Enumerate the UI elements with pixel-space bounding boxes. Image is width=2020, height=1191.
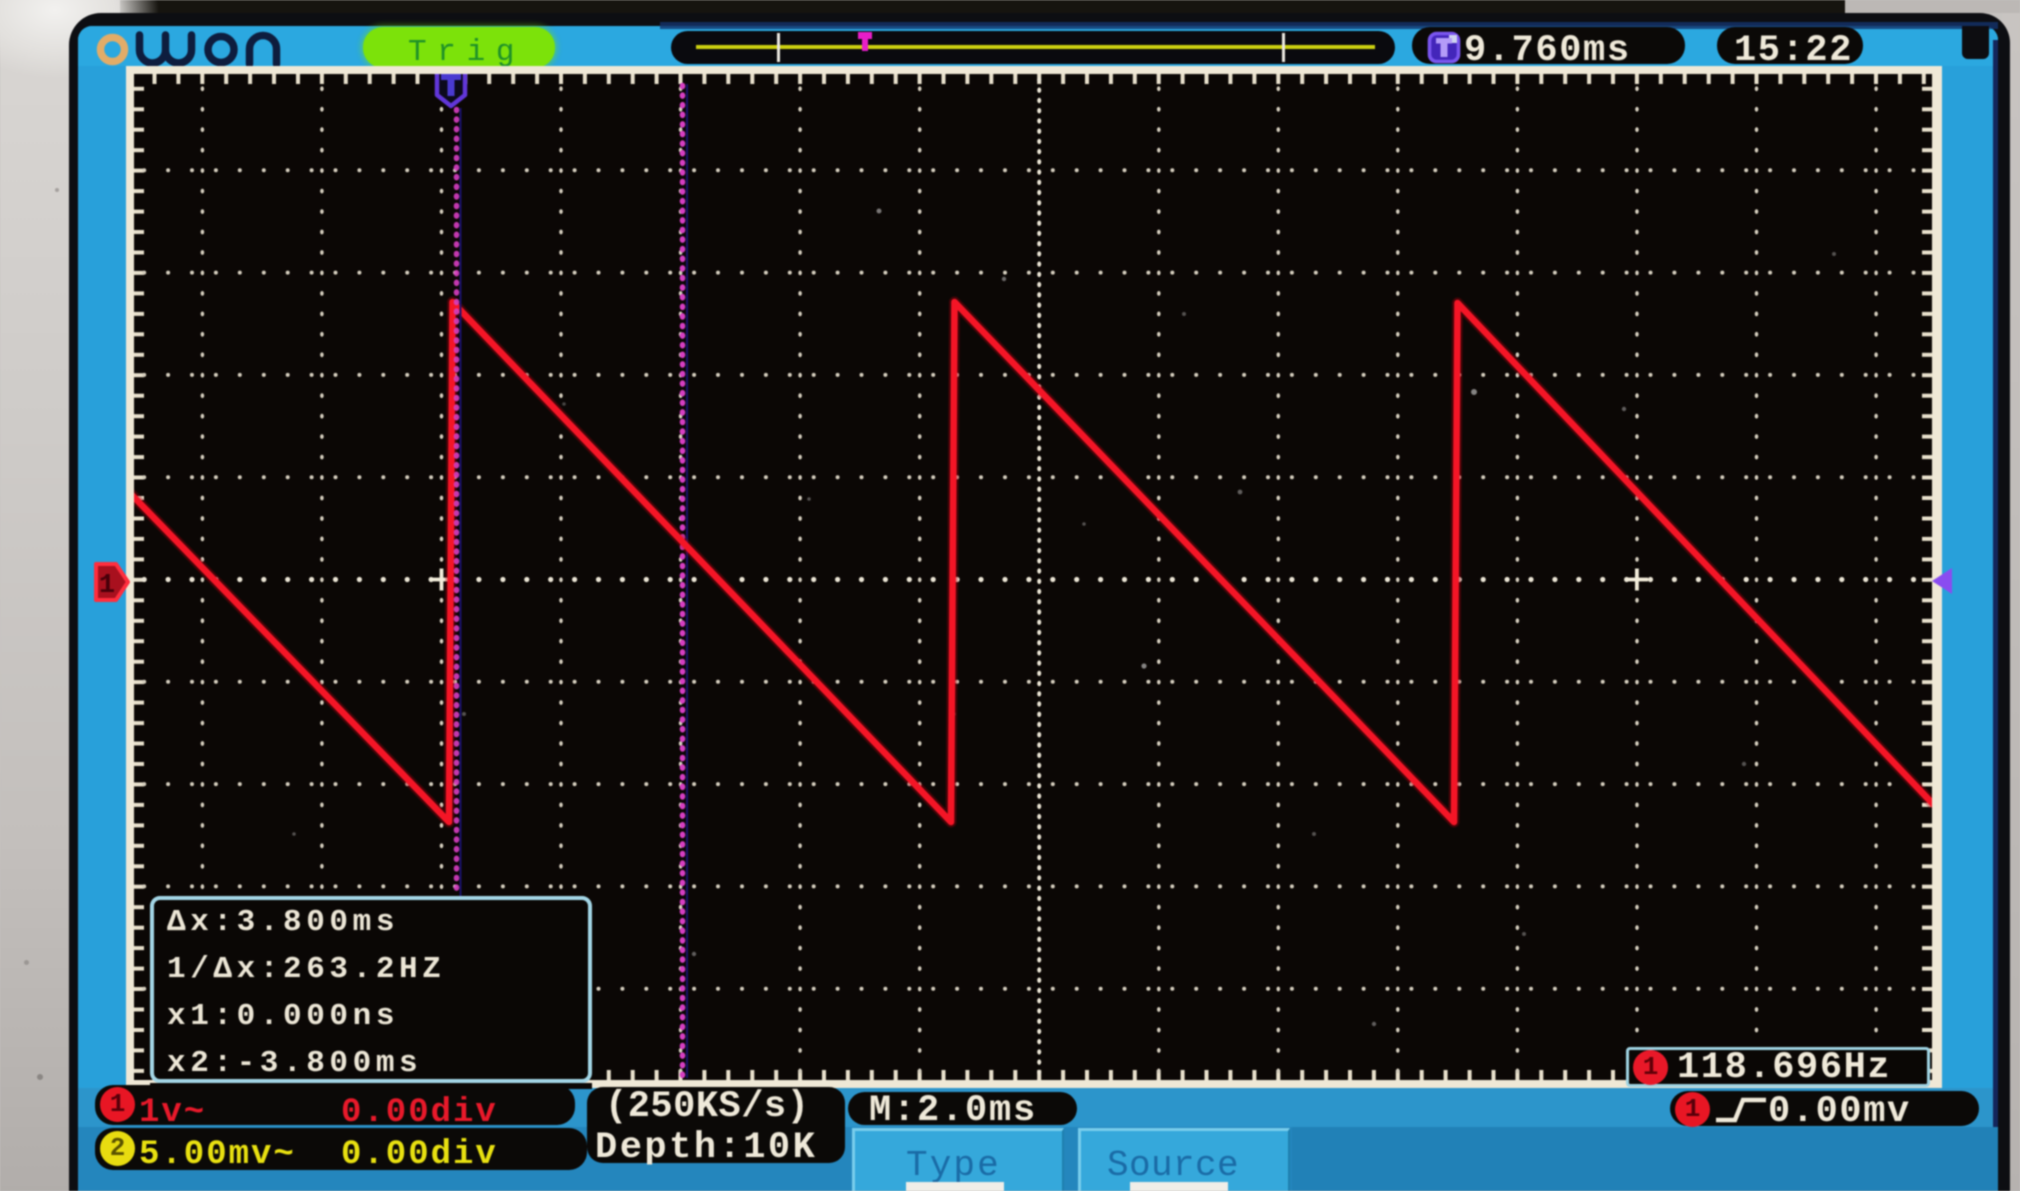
svg-text:1: 1 (99, 571, 115, 601)
